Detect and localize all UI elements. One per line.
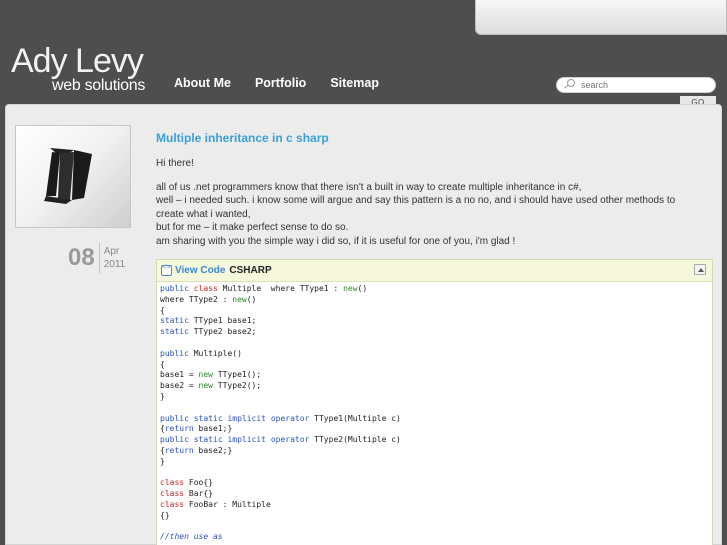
code-header: View Code CSHARP bbox=[157, 260, 712, 282]
code-language: CSHARP bbox=[229, 265, 272, 276]
post-body: Hi there! all of us .net programmers kno… bbox=[156, 157, 701, 248]
nav-portfolio[interactable]: Portfolio bbox=[255, 76, 306, 90]
nav-about-me[interactable]: About Me bbox=[174, 76, 231, 90]
logo-subtitle: web solutions bbox=[52, 77, 146, 94]
post-greeting: Hi there! bbox=[156, 158, 194, 169]
post-line: but for me – it make perfect sense to do… bbox=[156, 222, 349, 233]
post-thumbnail bbox=[15, 125, 131, 228]
main-nav: About Me Portfolio Sitemap bbox=[174, 76, 403, 90]
post-line: well – i needed such. i know some will a… bbox=[156, 195, 676, 220]
post-title[interactable]: Multiple inheritance in c sharp bbox=[156, 131, 329, 145]
date-day: 08 bbox=[68, 243, 100, 273]
site-logo[interactable]: Ady Levy web solutions bbox=[11, 42, 145, 94]
logo-title: Ady Levy bbox=[11, 42, 144, 80]
date-year: 2011 bbox=[103, 259, 126, 270]
collapse-icon[interactable] bbox=[694, 264, 706, 275]
code-block: View Code CSHARP public class Multiple w… bbox=[156, 259, 713, 545]
code-content: public class Multiple where TType1 : new… bbox=[160, 284, 401, 542]
content-area: 08 Apr 2011 Multiple inheritance in c sh… bbox=[5, 104, 722, 545]
post-date: 08 Apr 2011 bbox=[68, 243, 125, 273]
top-panel bbox=[475, 0, 727, 35]
date-month: Apr bbox=[103, 246, 120, 257]
post-line: am sharing with you the simple way i did… bbox=[156, 235, 516, 247]
post-paragraph: all of us .net programmers know that the… bbox=[156, 181, 701, 249]
search-input[interactable] bbox=[581, 80, 701, 90]
search-box bbox=[556, 77, 716, 93]
code-icon bbox=[161, 264, 172, 276]
search-icon bbox=[563, 79, 575, 91]
view-code-link[interactable]: View Code bbox=[175, 265, 225, 276]
nav-sitemap[interactable]: Sitemap bbox=[330, 76, 379, 90]
post-line: all of us .net programmers know that the… bbox=[156, 181, 582, 193]
